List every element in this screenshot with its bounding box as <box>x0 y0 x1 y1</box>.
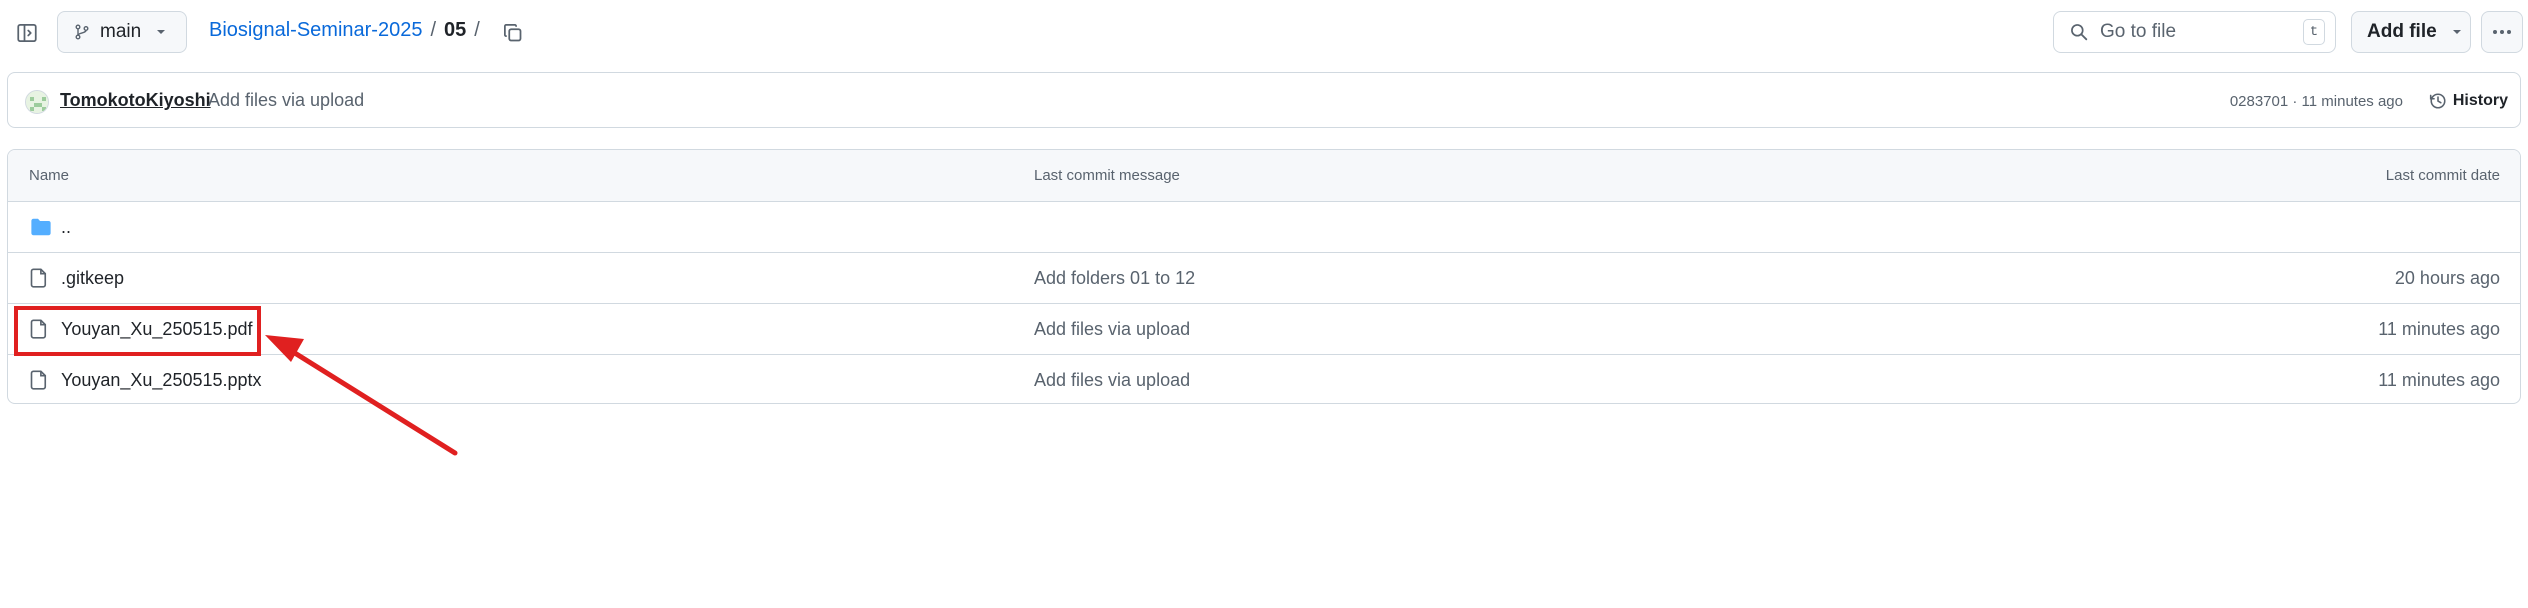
breadcrumb-repo-link[interactable]: Biosignal-Seminar-2025 <box>209 19 422 42</box>
table-row[interactable]: .gitkeep Add folders 01 to 12 20 hours a… <box>8 253 2520 304</box>
column-header-name: Name <box>29 167 70 184</box>
copy-path-icon[interactable] <box>496 16 530 50</box>
repo-header: main Biosignal-Seminar-2025 / 05 / Go to… <box>0 0 2528 66</box>
keyboard-shortcut-hint: t <box>2303 19 2325 45</box>
history-icon <box>2429 92 2447 110</box>
file-commit-message[interactable]: Add files via upload <box>1034 370 1190 391</box>
add-file-button[interactable]: Add file <box>2351 11 2471 53</box>
file-commit-date: 20 hours ago <box>2394 268 2500 288</box>
file-icon <box>30 268 48 288</box>
go-to-file-input[interactable]: Go to file t <box>2053 11 2336 53</box>
folder-icon <box>30 217 52 237</box>
breadcrumb: Biosignal-Seminar-2025 / 05 / <box>209 19 488 42</box>
breadcrumb-separator: / <box>430 19 437 41</box>
table-row[interactable]: Youyan_Xu_250515.pdf Add files via uploa… <box>8 304 2520 355</box>
search-icon <box>2070 23 2088 41</box>
file-name-link[interactable]: .. <box>61 217 71 238</box>
breadcrumb-separator: / <box>474 19 480 41</box>
branch-name: main <box>100 21 142 42</box>
table-row[interactable]: Youyan_Xu_250515.pptx Add files via uplo… <box>8 355 2520 403</box>
file-commit-date: 11 minutes ago <box>2378 370 2500 390</box>
caret-down-icon <box>155 28 167 36</box>
sidebar-expand-icon[interactable] <box>10 16 44 50</box>
file-commit-message[interactable]: Add files via upload <box>1034 319 1190 340</box>
history-button[interactable]: History <box>2429 87 2508 115</box>
add-file-label: Add file <box>2367 21 2437 42</box>
branch-selector-button[interactable]: main <box>57 11 187 53</box>
highlight-box <box>14 306 261 356</box>
breadcrumb-current-folder: 05 <box>444 19 467 41</box>
file-icon <box>30 370 48 390</box>
file-commit-message[interactable]: Add folders 01 to 12 <box>1034 268 1195 289</box>
more-options-button[interactable] <box>2481 11 2523 53</box>
file-name-link[interactable]: Youyan_Xu_250515.pptx <box>61 370 262 391</box>
file-table: Name Last commit message Last commit dat… <box>7 149 2521 404</box>
go-to-file-placeholder: Go to file <box>2100 21 2177 42</box>
table-header: Name Last commit message Last commit dat… <box>8 150 2520 202</box>
history-label: History <box>2452 92 2508 109</box>
avatar[interactable] <box>25 90 49 114</box>
commit-message[interactable]: Add files via upload <box>208 90 364 111</box>
kebab-horizontal-icon <box>2492 29 2512 35</box>
column-header-date: Last commit date <box>2385 167 2500 184</box>
git-branch-icon <box>74 23 90 41</box>
commit-author-link[interactable]: TomokotoKiyoshi <box>60 90 211 111</box>
file-name-link[interactable]: .gitkeep <box>61 268 124 289</box>
table-row-parent-directory[interactable]: .. <box>8 202 2520 253</box>
latest-commit-bar: TomokotoKiyoshi Add files via upload 028… <box>7 72 2521 128</box>
column-header-message: Last commit message <box>1034 167 1180 184</box>
file-commit-date: 11 minutes ago <box>2378 319 2500 339</box>
commit-hash-and-time[interactable]: 0283701 · 11 minutes ago <box>2230 93 2403 110</box>
caret-down-icon <box>2451 28 2463 36</box>
